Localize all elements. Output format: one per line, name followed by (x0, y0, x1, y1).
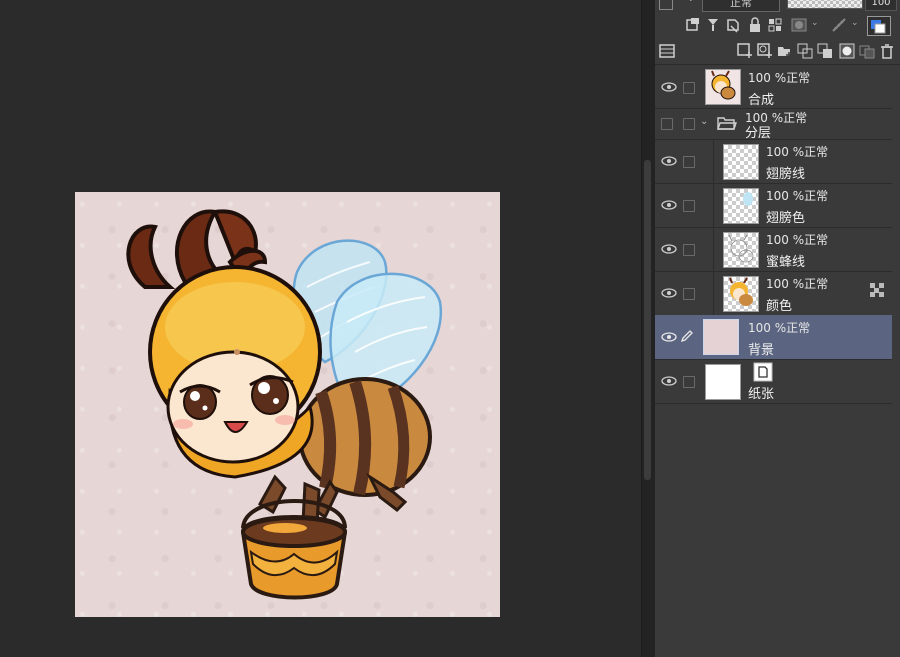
trash-icon[interactable] (879, 43, 895, 59)
bee-head (148, 265, 322, 479)
eye-icon[interactable] (661, 200, 677, 210)
layer-opacity-blend: 100 %正常 (748, 321, 811, 335)
layer-thumbnail (723, 232, 759, 268)
lineart-thumbnail-icon (728, 234, 754, 263)
layer-lock-checkbox[interactable] (683, 200, 695, 212)
layer-opacity-blend: 100 %正常 (748, 71, 811, 85)
layer-thumbnail (705, 69, 741, 105)
clip-layer-icon[interactable] (685, 17, 701, 33)
eye-icon[interactable] (661, 288, 677, 298)
apply-mask-icon[interactable] (859, 43, 875, 59)
layer-row-color[interactable]: 100 %正常 颜色 (655, 271, 892, 316)
layer-opacity-blend: 100 %正常 (766, 233, 829, 247)
layer-lock-checkbox[interactable] (683, 376, 695, 388)
opacity-input[interactable]: 100 (865, 0, 897, 11)
chevron-down-icon[interactable]: ⌄ (687, 0, 695, 4)
folder-indent-line (713, 227, 714, 271)
layer-name: 蜜蜂线 (766, 255, 806, 270)
layer-name: 背景 (748, 343, 775, 358)
layer-thumbnail (703, 319, 739, 355)
layer-name: 翅膀线 (766, 167, 806, 182)
layer-thumbnail (723, 188, 759, 224)
blend-mode-select[interactable]: 正常 (702, 0, 780, 12)
layer-row-folder[interactable]: ⌄ 100 %正常 分层 (655, 108, 892, 141)
bee-thumbnail-icon (711, 70, 736, 100)
layer-name: 合成 (748, 93, 775, 108)
eye-icon[interactable] (661, 82, 677, 92)
folder-indent-line (713, 183, 714, 227)
layer-lock-checkbox[interactable] (683, 244, 695, 256)
layer-lock-toolbar: ⌄ ⌄ (655, 12, 900, 38)
layer-color-button[interactable] (867, 16, 891, 36)
blend-mode-value: 正常 (730, 0, 752, 9)
layer-row-paper[interactable]: 纸张 (655, 359, 892, 404)
new-folder-icon[interactable] (777, 43, 793, 59)
layer-name: 颜色 (766, 299, 793, 314)
canvas-workspace[interactable] (0, 0, 641, 657)
layer-lock-checkbox[interactable] (683, 118, 695, 130)
new-raster-layer-icon[interactable] (737, 43, 753, 59)
merge-down-icon[interactable] (817, 43, 833, 59)
chevron-down-icon[interactable]: ⌄ (811, 18, 819, 28)
layer-lock-checkbox[interactable] (683, 288, 695, 300)
mask-layer-icon[interactable] (791, 17, 807, 33)
chevron-down-icon[interactable]: ⌄ (851, 18, 859, 28)
ruler-layer-icon[interactable] (831, 17, 847, 33)
layer-row-composite[interactable]: 100 %正常 合成 (655, 65, 892, 109)
layer-name: 纸张 (748, 387, 775, 402)
folder-visibility-checkbox[interactable] (661, 118, 673, 130)
layer-opacity-blend: 100 %正常 (766, 145, 829, 159)
layer-lock-checkbox[interactable] (683, 156, 695, 168)
artboard[interactable] (75, 192, 500, 617)
layer-panel-menu-icon[interactable] (659, 43, 675, 59)
folder-indent-line (713, 271, 714, 315)
layer-list-empty-area[interactable] (655, 405, 900, 657)
canvas-scrollbar[interactable] (644, 160, 651, 480)
opacity-slider[interactable] (787, 0, 863, 9)
reference-layer-icon[interactable] (705, 17, 721, 33)
layer-opacity-blend: 100 %正常 (766, 189, 829, 203)
layer-actions-toolbar (655, 38, 900, 65)
draft-layer-icon[interactable] (725, 17, 741, 33)
layer-row-wing-color[interactable]: 100 %正常 翅膀色 (655, 183, 892, 228)
chevron-down-icon[interactable]: ⌄ (700, 116, 708, 127)
layer-pattern-icon (870, 283, 884, 297)
bee-illustration (126, 209, 443, 600)
layer-row-background[interactable]: 100 %正常 背景 (655, 315, 892, 360)
lock-icon[interactable] (747, 17, 763, 33)
eye-icon[interactable] (661, 244, 677, 254)
layer-mask-icon[interactable] (839, 43, 855, 59)
layer-row-bee-lines[interactable]: 100 %正常 蜜蜂线 (655, 227, 892, 272)
opacity-value: 100 (871, 0, 891, 8)
eye-icon[interactable] (661, 376, 677, 386)
layer-lock-checkbox[interactable] (683, 82, 695, 94)
layer-panel: ⌄ 正常 100 ⌄ ⌄ (655, 0, 900, 657)
folder-open-icon (717, 117, 737, 130)
lock-transparent-icon[interactable] (767, 17, 783, 33)
wing-thumbnail-icon (743, 192, 753, 206)
folder-indent-line (713, 139, 714, 183)
bee-thumbnail-icon (729, 277, 753, 306)
layer-thumbnail (723, 144, 759, 180)
eye-icon[interactable] (661, 332, 677, 342)
pencil-icon (680, 330, 693, 343)
layer-thumbnail (723, 276, 759, 312)
eye-icon[interactable] (661, 156, 677, 166)
paper-layer-icon (753, 362, 773, 382)
layer-property-checkbox[interactable] (659, 0, 673, 10)
layer-opacity-blend: 100 %正常 (766, 277, 829, 291)
layer-row-wing-lines[interactable]: 100 %正常 翅膀线 (655, 139, 892, 184)
new-vector-layer-icon[interactable] (757, 43, 773, 59)
transfer-down-icon[interactable] (797, 43, 813, 59)
honey-pot (240, 499, 348, 600)
layer-property-bar: ⌄ 正常 100 (655, 0, 900, 12)
layer-color-icon (871, 20, 886, 34)
bee-abdomen (298, 377, 432, 497)
layer-thumbnail (705, 364, 741, 400)
layer-name: 翅膀色 (766, 211, 806, 226)
